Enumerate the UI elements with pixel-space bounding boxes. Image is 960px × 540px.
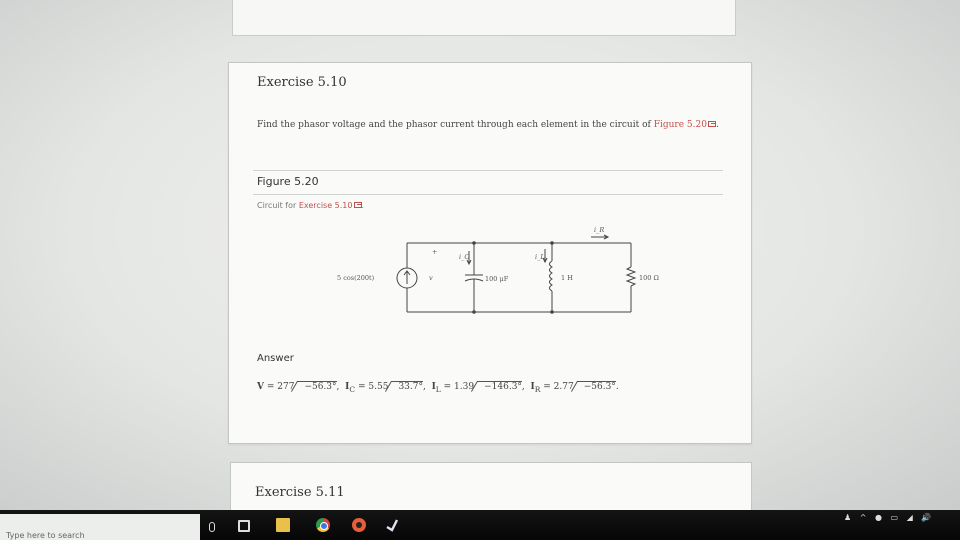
ir-magnitude: = 2.77 bbox=[543, 382, 574, 392]
chrome-icon[interactable] bbox=[316, 518, 330, 532]
node-dot bbox=[472, 310, 476, 314]
ic-angle: 33.7° bbox=[391, 381, 423, 392]
ic-subscript: C bbox=[349, 384, 356, 394]
task-view-icon[interactable] bbox=[238, 520, 250, 532]
battery-icon[interactable]: ▭ bbox=[891, 513, 899, 522]
taskbar: Type here to search bbox=[0, 510, 960, 540]
il-subscript: L bbox=[435, 384, 441, 394]
il-angle: −146.3° bbox=[477, 381, 522, 392]
source-label: 5 cos(200t) bbox=[337, 274, 375, 282]
v-angle: −56.3° bbox=[297, 381, 337, 392]
exercise-task: Find the phasor voltage and the phasor c… bbox=[257, 120, 719, 130]
resistor-zigzag bbox=[625, 266, 637, 287]
exercise-title: Exercise 5.10 bbox=[257, 75, 347, 90]
system-tray: ♟ ^ ● ▭ ◢ 🔊 bbox=[844, 513, 937, 522]
search-placeholder: Type here to search bbox=[6, 531, 85, 540]
divider bbox=[253, 170, 723, 171]
previous-exercise-card bbox=[232, 0, 736, 36]
exercise-link[interactable]: Exercise 5.10 bbox=[299, 201, 353, 210]
node-dot bbox=[550, 241, 554, 245]
capacitor-label: 100 μF bbox=[485, 275, 509, 283]
inductor-label: 1 H bbox=[561, 274, 573, 282]
ic-magnitude: = 5.55 bbox=[357, 382, 389, 392]
node-dot bbox=[472, 241, 476, 245]
task-text: Find the phasor voltage and the phasor c… bbox=[257, 120, 651, 130]
resistor-label: 100 Ω bbox=[639, 274, 659, 282]
external-link-icon[interactable] bbox=[353, 202, 362, 208]
v-symbol: V bbox=[257, 382, 264, 392]
figure-link[interactable]: Figure 5.20 bbox=[654, 120, 707, 130]
ir-angle: −56.3° bbox=[576, 381, 616, 392]
inductor-coil bbox=[549, 260, 553, 292]
microphone-icon[interactable] bbox=[209, 522, 215, 532]
ir-label: i_R bbox=[594, 226, 604, 234]
app-icon[interactable] bbox=[352, 518, 366, 532]
exercise-card: Exercise 5.10 Find the phasor voltage an… bbox=[228, 62, 752, 444]
ic-label: i_C bbox=[459, 253, 469, 261]
caption-text: Circuit for bbox=[257, 201, 297, 210]
node-dot bbox=[550, 310, 554, 314]
next-exercise-title: Exercise 5.11 bbox=[255, 485, 345, 500]
divider bbox=[253, 194, 723, 195]
steam-icon[interactable] bbox=[385, 518, 399, 532]
voltage-label: v bbox=[429, 274, 433, 282]
people-icon[interactable]: ♟ bbox=[844, 513, 851, 522]
chevron-up-icon[interactable]: ^ bbox=[860, 513, 867, 522]
answer-heading: Answer bbox=[257, 353, 294, 364]
file-explorer-icon[interactable] bbox=[276, 518, 290, 532]
il-magnitude: = 1.39 bbox=[443, 382, 475, 392]
figure-caption: Circuit for Exercise 5.10. bbox=[257, 201, 365, 210]
ir-subscript: R bbox=[534, 384, 541, 394]
taskbar-search-input[interactable]: Type here to search bbox=[0, 514, 200, 540]
plus-sign: + bbox=[432, 248, 437, 256]
answer-equation: V = 277 −56.3°, IC = 5.55 33.7°, IL = 1.39… bbox=[257, 381, 619, 394]
figure-label: Figure 5.20 bbox=[257, 175, 319, 188]
network-icon[interactable]: ◢ bbox=[907, 513, 913, 522]
volume-icon[interactable]: 🔊 bbox=[921, 513, 931, 522]
app-tray-icon[interactable]: ● bbox=[875, 513, 882, 522]
external-link-icon[interactable] bbox=[707, 121, 716, 127]
il-label: i_L bbox=[535, 253, 545, 261]
circuit-diagram: 5 cos(200t) v + i_C 100 μF i_L 1 H i_R 1… bbox=[337, 226, 659, 314]
